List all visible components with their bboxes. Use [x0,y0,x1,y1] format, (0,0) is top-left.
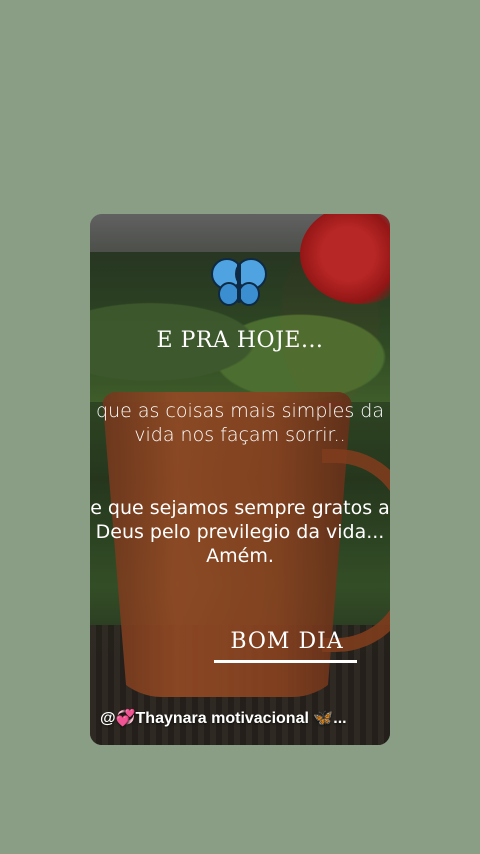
author-credit[interactable]: @💞Thaynara motivacional 🦋... [100,708,385,728]
signature-bom-dia: BOM DIA [230,629,344,654]
signature-underline [214,660,357,663]
message-part-2: e que sejamos sempre gratos a Deus pelo … [90,497,390,567]
story-screen: E PRA HOJE... que as coisas mais simples… [0,0,480,854]
headline: E PRA HOJE... [156,328,324,353]
butterfly-icon [211,258,267,306]
story-image-card[interactable]: E PRA HOJE... que as coisas mais simples… [90,214,390,745]
message-part-1: que as coisas mais simples da vida nos f… [96,400,384,446]
